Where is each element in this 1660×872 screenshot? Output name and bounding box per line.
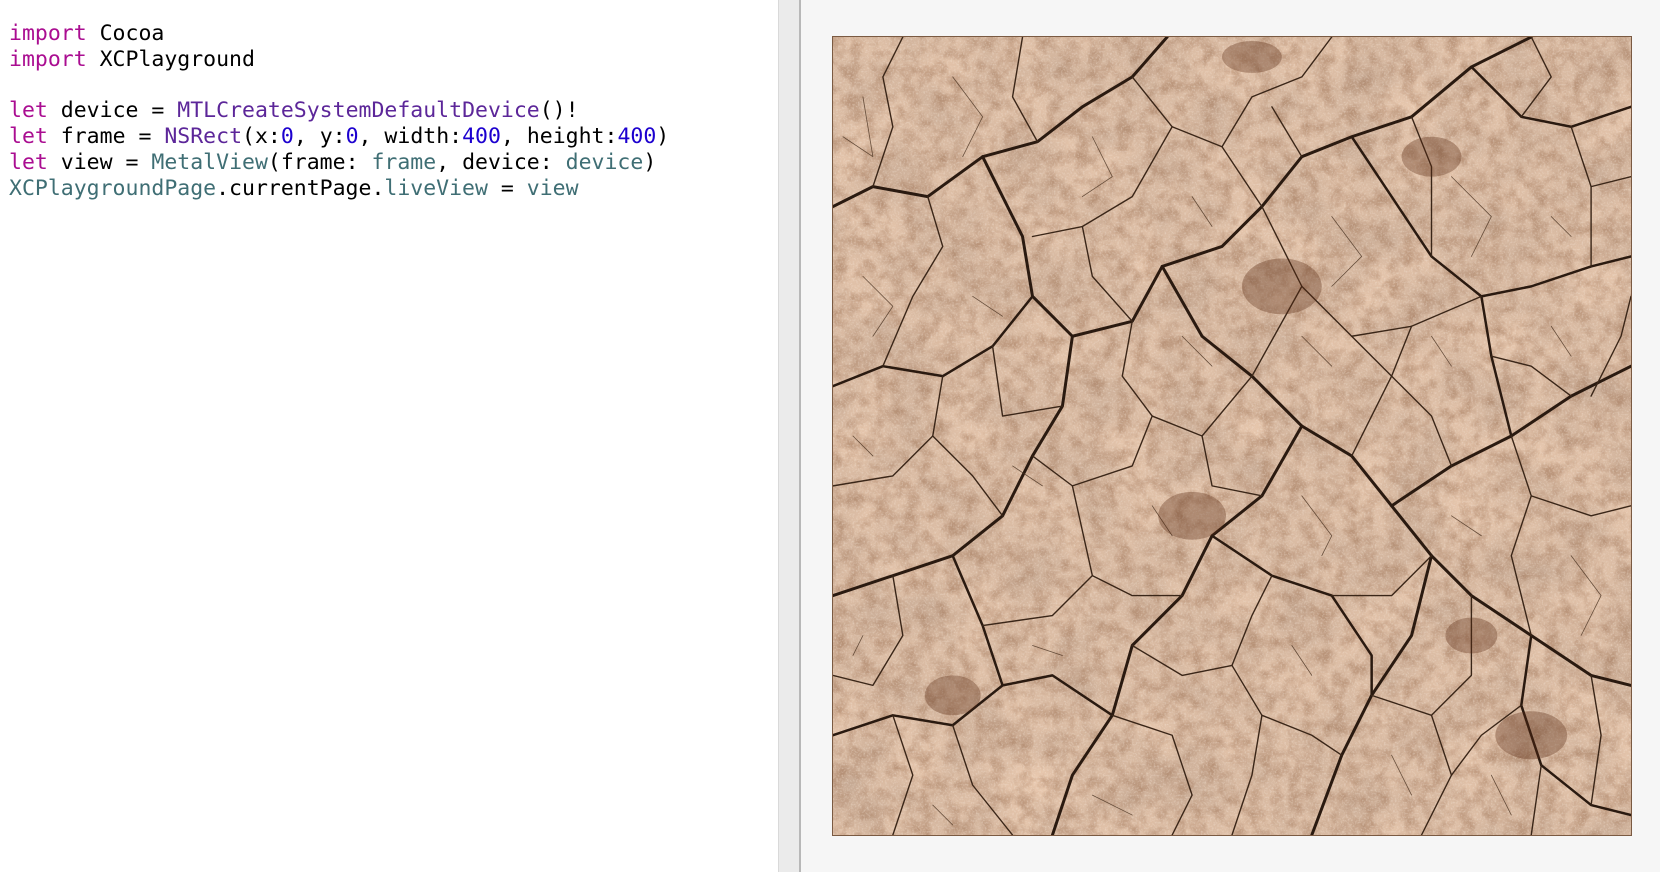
code-line[interactable]: XCPlaygroundPage.currentPage.liveView = … xyxy=(9,176,669,202)
code-line[interactable]: let frame = NSRect(x:0, y:0, width:400, … xyxy=(9,124,669,150)
source-editor[interactable]: import Cocoa import XCPlayground let devi… xyxy=(0,0,778,872)
code-line[interactable] xyxy=(9,73,669,99)
code-token-kw: import xyxy=(9,46,87,72)
code-token-plain: (frame: xyxy=(267,149,372,175)
code-line[interactable]: let view = MetalView(frame: frame, devic… xyxy=(9,150,669,176)
code-line[interactable]: let device = MTLCreateSystemDefaultDevic… xyxy=(9,98,669,124)
code-token-num: 0 xyxy=(280,124,294,150)
code-token-plain: ()! xyxy=(539,98,579,124)
results-pane xyxy=(801,0,1660,872)
code-token-proj: MetalView xyxy=(151,149,268,175)
code-token-proj: device xyxy=(565,149,644,175)
code-token-plain: ) xyxy=(643,149,657,175)
code-token-plain: = xyxy=(487,175,527,201)
code-token-plain: (x: xyxy=(242,124,281,150)
code-listing[interactable]: import Cocoa import XCPlayground let devi… xyxy=(9,21,669,202)
code-token-plain: Cocoa xyxy=(86,21,165,46)
code-token-proj: XCPlaygroundPage xyxy=(9,175,217,201)
code-token-kw: let xyxy=(9,149,48,175)
code-token-fn: MTLCreateSystemDefaultDevice xyxy=(177,98,540,124)
code-token-kw: import xyxy=(9,21,87,46)
code-token-plain: ) xyxy=(656,124,670,150)
code-token-kw: let xyxy=(9,98,48,124)
code-token-num: 0 xyxy=(345,124,359,150)
code-token-num: 400 xyxy=(462,124,501,150)
cracked-earth-texture xyxy=(833,37,1631,835)
code-token-plain: .currentPage. xyxy=(216,175,385,201)
code-token-proj: view xyxy=(526,175,579,201)
code-token-plain: frame = xyxy=(47,124,165,150)
code-token-plain: view = xyxy=(47,149,152,175)
code-token-proj: liveView xyxy=(384,175,488,201)
pane-splitter[interactable] xyxy=(778,0,801,872)
code-token-fn: NSRect xyxy=(164,124,243,150)
code-token-proj: frame xyxy=(371,149,437,175)
code-token-plain: , height: xyxy=(500,124,618,150)
code-token-plain: , width: xyxy=(358,124,463,150)
code-token-plain: XCPlayground xyxy=(86,46,255,72)
live-view-canvas[interactable] xyxy=(832,36,1632,836)
code-line[interactable]: import XCPlayground xyxy=(9,47,669,73)
xcode-playground-window: import Cocoa import XCPlayground let devi… xyxy=(0,0,1660,872)
code-token-plain: , y: xyxy=(293,124,346,150)
code-line[interactable]: import Cocoa xyxy=(9,21,669,47)
code-token-plain: device = xyxy=(47,98,178,124)
code-token-plain: , device: xyxy=(436,149,566,175)
code-token-kw: let xyxy=(9,124,48,150)
code-token-num: 400 xyxy=(617,124,657,150)
